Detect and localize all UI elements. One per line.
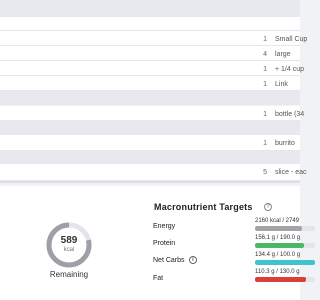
macro-value-energy: 2160 kcal / 2749 [255,218,300,224]
food-unit: Link [275,81,288,88]
remaining-kcal-value: 589 [60,235,78,246]
macro-bar-protein [255,243,315,248]
food-unit: Small Cup [275,36,308,43]
food-log-row[interactable]: 1 bottle (34 [0,106,304,121]
food-log-row[interactable]: 1 burrito [0,135,300,151]
food-unit: burrito [275,140,295,147]
macro-value-net-carbs: 134.4 g / 100.0 g [255,252,301,258]
remaining-kcal-unit: kcal [63,247,75,253]
remaining-label: Remaining [49,270,89,279]
food-quantity: 5 [263,169,267,176]
macro-label-net-carbs: Net Carbs [153,257,185,264]
food-log-row[interactable]: 5 slice - eac [0,164,307,181]
macro-label-protein: Protein [153,240,176,247]
macro-bar-fill-net-carbs [255,260,315,265]
macro-label-fat: Fat [153,275,164,282]
macro-value-fat: 110.3 g / 130.0 g [255,269,300,275]
food-log-row[interactable]: 1 Link [0,76,300,91]
food-quantity: 1 [263,140,267,147]
macro-bar-fill-energy [255,226,303,231]
food-log-row[interactable] [0,17,300,31]
info-icon[interactable]: i [189,256,197,264]
meal-group-header[interactable] [0,0,300,17]
food-quantity: 1 [263,81,267,88]
meal-group-header[interactable] [0,91,300,105]
food-log-row[interactable]: 4 large [0,46,300,61]
macro-value-protein: 156.1 g / 190.0 g [255,235,301,241]
macro-bar-fill-protein [255,243,305,248]
food-log-row[interactable]: 1 + 1/4 cup [0,61,304,76]
food-log-list: 1 Small Cup 4 large 1 + 1/4 cup 1 Link 1 bottle (… [0,0,307,181]
macro-bar-net-carbs [255,260,315,265]
food-unit: large [275,51,291,58]
section-divider [0,181,300,183]
food-unit: bottle (34 [275,111,305,118]
macro-bar-energy [255,226,315,231]
food-log-row[interactable]: 1 Small Cup [0,31,307,46]
macro-targets-title: Macronutrient Targets [154,202,253,212]
meal-group-header[interactable] [0,121,300,135]
food-quantity: 1 [263,66,267,73]
food-unit: + 1/4 cup [275,66,304,73]
food-unit: slice - eac [275,169,307,176]
energy-ring: 589 kcal [44,220,94,270]
meal-group-header[interactable] [0,151,300,165]
macro-label-energy: Energy [153,223,176,230]
food-quantity: 4 [263,51,267,58]
food-quantity: 1 [263,36,267,43]
macro-bar-fill-fat [255,277,306,282]
macro-bar-fat [255,277,315,282]
help-circle-icon[interactable]: ? [264,203,272,211]
food-quantity: 1 [263,111,267,118]
